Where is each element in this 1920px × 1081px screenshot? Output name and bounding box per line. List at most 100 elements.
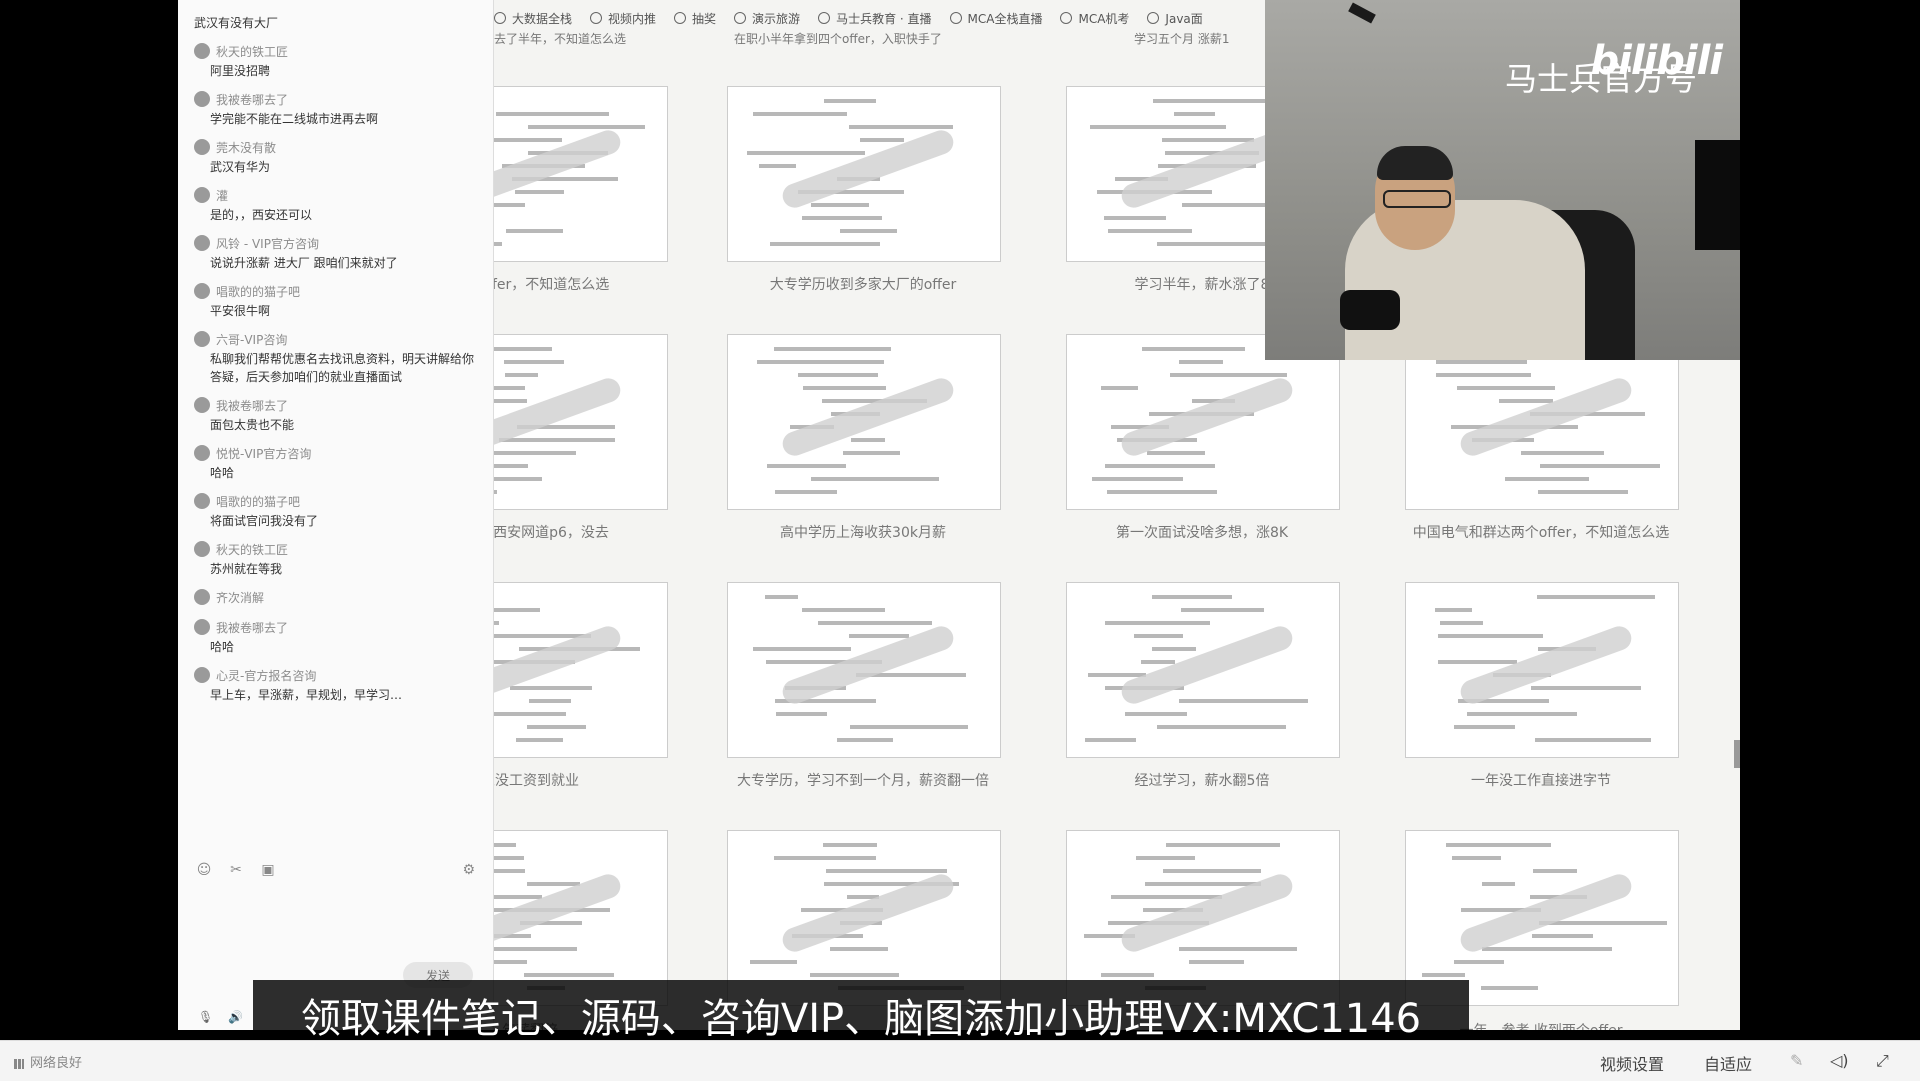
chat-username[interactable]: 悦悦-VIP官方咨询 [216,445,311,462]
chat-username[interactable]: 我被卷哪去了 [216,619,288,636]
chat-message-text: 哈哈 [210,640,235,654]
chat-message-header: 心灵-官方报名咨询 [194,664,477,686]
bookmark-tab[interactable]: 演示旅游 [734,6,800,30]
scissors-icon[interactable]: ✂ [226,862,246,882]
chat-message-list[interactable]: 武汉有没有大厂 秋天的铁工匠 阿里没招聘 我被卷哪去了 学完能不能在二线城市进再去啊 莞木… [178,0,493,850]
avatar[interactable] [194,541,210,557]
avatar[interactable] [194,619,210,635]
network-status-label: 网络良好 [30,1056,83,1071]
chat-username[interactable]: 唱歌的的猫子吧 [216,283,300,300]
blurred-text-line [797,373,878,377]
video-settings-button[interactable]: 视频设置 [1600,1051,1664,1075]
avatar[interactable] [194,589,210,605]
bookmark-tab[interactable]: 大数据全栈 [494,6,572,30]
speaker-icon[interactable]: 🔊 [228,1010,243,1024]
avatar[interactable] [194,43,210,59]
blurred-text-line [757,360,884,364]
chat-message-header: 秋天的铁工匠 [194,40,477,62]
bookmark-tab[interactable]: Java面 [1147,6,1203,30]
chat-username[interactable]: 齐次消解 [216,589,264,606]
offer-screenshot-card[interactable] [727,334,1001,510]
blurred-text-line [1481,882,1516,886]
blurred-text-line [1101,973,1154,977]
blurred-text-line [503,360,564,364]
blurred-text-line [1151,595,1232,599]
adaptive-quality-button[interactable]: 自适应 [1704,1051,1752,1075]
bookmark-tab-label: 马士兵教育 · 直播 [836,11,932,26]
blurred-text-line [527,125,645,129]
offer-screenshot-card[interactable] [494,86,668,262]
blurred-text-line [1156,725,1287,729]
blurred-text-line [850,725,969,729]
bookmark-tab[interactable]: MCA全栈直播 [949,6,1042,30]
chat-message-text: 说说升涨薪 进大厂 跟咱们来就对了 [210,256,398,270]
webcam-feed: 马士兵官方号 bilibili [1265,0,1740,360]
offer-screenshot-card[interactable] [727,86,1001,262]
blurred-text-line [1456,386,1556,390]
image-icon[interactable]: ▣ [258,862,278,882]
blurred-text-line [1440,621,1484,625]
avatar[interactable] [194,397,210,413]
avatar[interactable] [194,283,210,299]
blurred-text-line [1162,138,1254,142]
blurred-text-line [1125,712,1187,716]
chat-message: 莞木没有散 武汉有华为 [178,136,493,176]
fullscreen-icon[interactable]: ⤢ [1876,1051,1889,1071]
microphone-icon[interactable]: 🎙 [198,1010,213,1024]
blurred-text-line [775,490,837,494]
blurred-text-line [818,621,932,625]
chat-username[interactable]: 秋天的铁工匠 [216,541,288,558]
bookmark-tab[interactable]: 马士兵教育 · 直播 [818,6,932,30]
chat-username[interactable]: 莞木没有散 [216,139,276,156]
blurred-text-line [1108,229,1193,233]
chat-message: 灌是的，，西安还可以 [178,184,493,224]
blurred-text-line [1520,451,1605,455]
offer-screenshot-card[interactable] [1066,582,1340,758]
network-status: 网络良好 [14,1052,82,1071]
bookmark-tab[interactable]: 视频内推 [590,6,656,30]
emoji-icon[interactable]: ☺ [194,862,214,882]
avatar[interactable] [194,445,210,461]
avatar[interactable] [194,667,210,683]
blurred-text-line [839,229,898,233]
avatar[interactable] [194,187,210,203]
globe-icon [1147,12,1160,24]
globe-icon [734,12,747,24]
chat-username[interactable]: 心灵-官方报名咨询 [216,667,316,684]
offer-screenshot-card[interactable] [1405,334,1679,510]
chat-username[interactable]: 我被卷哪去了 [216,91,288,108]
offer-screenshot-card[interactable] [1405,582,1679,758]
blurred-text-line [494,869,526,873]
chat-username[interactable]: 灌 [216,187,228,204]
offer-screenshot-card[interactable] [727,582,1001,758]
chat-message-text: 面包太贵也不能 [210,418,295,432]
signal-icon [14,1058,24,1069]
avatar[interactable] [194,139,210,155]
avatar[interactable] [194,493,210,509]
chat-username[interactable]: 六哥-VIP咨询 [216,331,287,348]
chat-message-header: 六哥-VIP咨询 [194,328,477,350]
chat-username[interactable]: 风铃 - VIP官方咨询 [216,235,319,252]
volume-icon[interactable]: ◁) [1830,1051,1849,1070]
blurred-text-line [1435,360,1527,364]
chat-username[interactable]: 秋天的铁工匠 [216,43,288,60]
offer-screenshot-card[interactable] [1066,334,1340,510]
blurred-text-line [494,347,553,351]
avatar[interactable] [194,331,210,347]
blurred-text-line [1505,477,1589,481]
bookmark-tab[interactable]: 抽奖 [674,6,716,30]
bookmark-tab[interactable]: MCA机考 [1060,6,1129,30]
avatar[interactable] [194,235,210,251]
offer-screenshot-card[interactable] [494,582,668,758]
avatar[interactable] [194,91,210,107]
offer-screenshot-card[interactable] [494,334,668,510]
chat-message: 齐次消解 [178,586,493,608]
chat-username[interactable]: 唱歌的的猫子吧 [216,493,300,510]
settings-icon[interactable]: ⚙ [462,862,475,878]
danmaku-icon[interactable]: ✎ [1790,1051,1803,1070]
blurred-text-line [1437,660,1518,664]
chat-username[interactable]: 我被卷哪去了 [216,397,288,414]
page-scrollbar[interactable] [1734,740,1740,768]
blurred-text-line [1445,843,1551,847]
chat-message: 心灵-官方报名咨询 早上车，早涨薪，早规划，早学习… [178,664,493,704]
